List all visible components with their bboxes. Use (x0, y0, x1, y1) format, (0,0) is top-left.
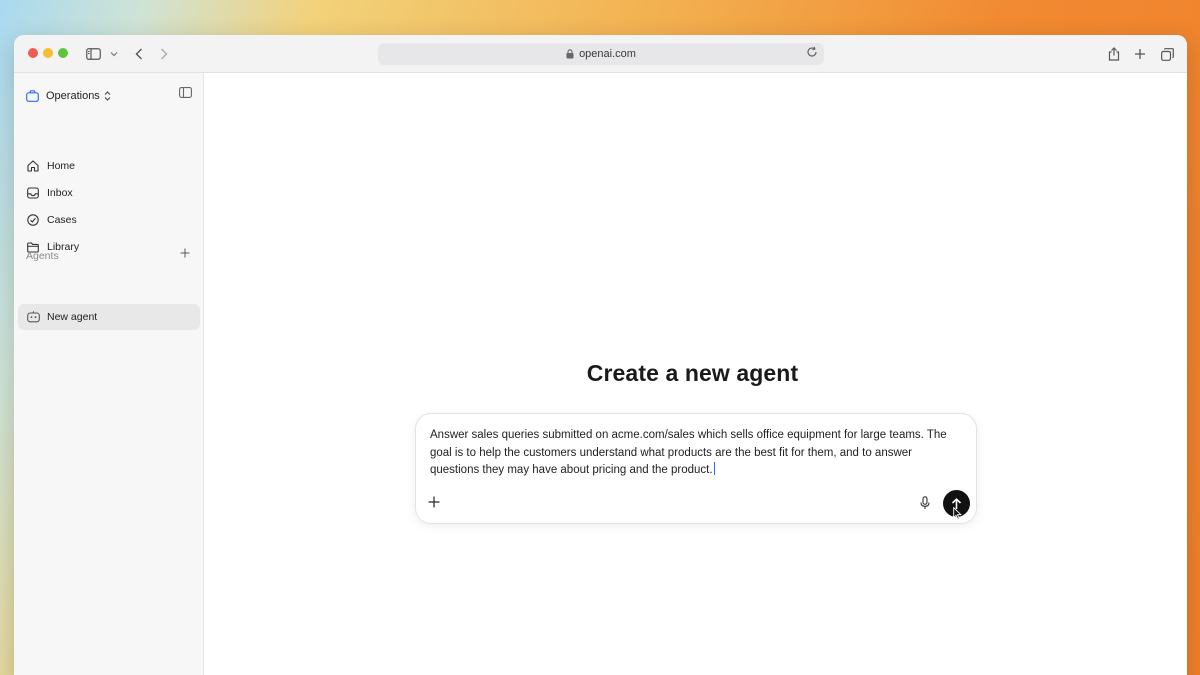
chevron-updown-icon (104, 91, 111, 101)
add-attachment-icon[interactable] (428, 496, 440, 508)
agents-section-label: Agents (26, 250, 59, 262)
check-circle-icon (26, 213, 40, 227)
lock-icon (566, 49, 574, 59)
sidebar-item-label: Home (47, 160, 76, 172)
main-content: Create a new agent Answer sales queries … (205, 73, 1187, 675)
browser-toolbar: openai.com (14, 35, 1187, 73)
browser-window: openai.com Operations Home Inbox Cases L… (14, 35, 1187, 675)
agent-prompt-input[interactable]: Answer sales queries submitted on acme.c… (430, 427, 962, 480)
agent-prompt-composer: Answer sales queries submitted on acme.c… (415, 413, 977, 524)
sidebar-item-label: Cases (47, 214, 77, 226)
sidebar-item-new-agent[interactable]: New agent (18, 304, 200, 330)
zoom-window-button[interactable] (58, 48, 68, 58)
bot-icon (26, 310, 40, 324)
collapse-sidebar-icon[interactable] (179, 87, 192, 98)
minimize-window-button[interactable] (43, 48, 53, 58)
workspace-name: Operations (46, 90, 100, 102)
share-icon[interactable] (1105, 45, 1123, 63)
sidebar-item-home[interactable]: Home (26, 157, 75, 175)
inbox-icon (26, 186, 40, 200)
sidebar-item-inbox[interactable]: Inbox (26, 184, 73, 202)
url-text: openai.com (579, 48, 636, 60)
address-bar[interactable]: openai.com (378, 43, 824, 65)
close-window-button[interactable] (28, 48, 38, 58)
chevron-down-icon[interactable] (105, 45, 123, 63)
reload-icon[interactable] (806, 46, 818, 58)
sidebar: Operations Home Inbox Cases Library Agen… (14, 73, 204, 675)
briefcase-icon (26, 90, 39, 102)
sidebar-item-label: Inbox (47, 187, 73, 199)
workspace-switcher[interactable]: Operations (26, 87, 111, 105)
agent-prompt-value: Answer sales queries submitted on acme.c… (430, 429, 947, 476)
add-agent-icon[interactable] (180, 248, 190, 258)
text-caret (713, 462, 715, 475)
forward-icon[interactable] (155, 45, 173, 63)
page-title: Create a new agent (586, 360, 799, 386)
home-icon (26, 159, 40, 173)
mouse-pointer-icon (953, 506, 962, 525)
microphone-icon[interactable] (920, 496, 930, 510)
tab-overview-icon[interactable] (1158, 45, 1176, 63)
sidebar-item-cases[interactable]: Cases (26, 211, 77, 229)
agent-item-label: New agent (47, 311, 98, 323)
sidebar-toggle-icon[interactable] (84, 45, 102, 63)
new-tab-icon[interactable] (1131, 45, 1149, 63)
back-icon[interactable] (130, 45, 148, 63)
